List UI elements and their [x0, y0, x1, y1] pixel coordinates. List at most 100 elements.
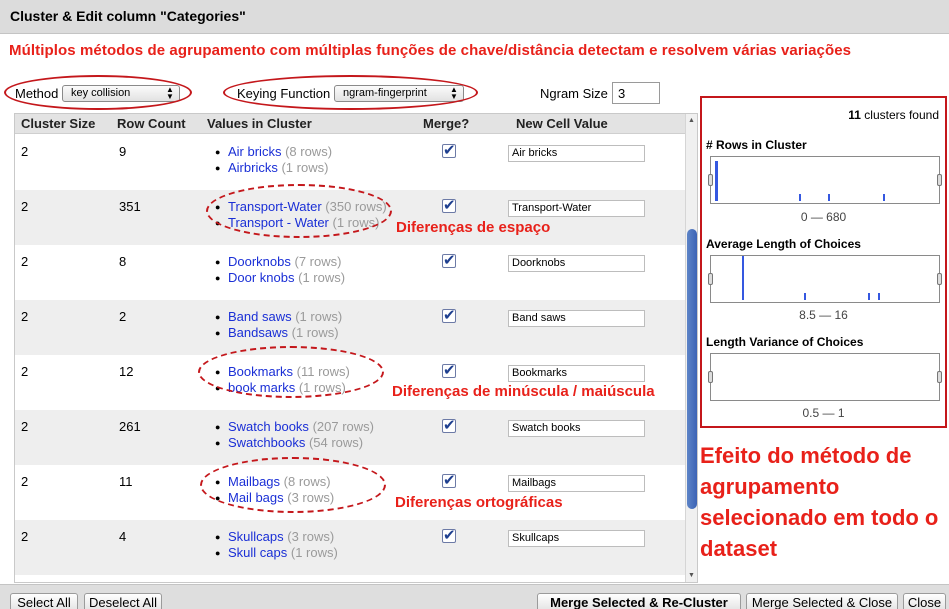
merge-checkbox[interactable] — [442, 416, 456, 434]
table-row: 2 261 ● Swatch books (207 rows) ● Swatchbo… — [15, 410, 685, 465]
row-count: 4 — [119, 529, 127, 544]
select-all-button[interactable]: Select All — [10, 593, 78, 609]
cluster-value[interactable]: Skullcaps — [228, 529, 284, 544]
table-row: 2 8 ● Doorknobs (7 rows) ● Door knobs (1 r… — [15, 245, 685, 300]
spacing-annotation: Diferenças de espaço — [396, 219, 551, 236]
cluster-size: 2 — [21, 419, 29, 434]
histogram-bar — [828, 194, 830, 201]
merge-checkbox[interactable] — [442, 196, 456, 214]
cluster-value-count: (7 rows) — [294, 254, 342, 269]
merge-checkbox[interactable] — [442, 251, 456, 269]
new-cell-value-input[interactable]: Air bricks — [508, 145, 645, 162]
length-variance-histogram[interactable] — [708, 353, 942, 401]
merge-recluster-button[interactable]: Merge Selected & Re-Cluster — [537, 593, 741, 609]
cluster-value-item: ● Swatch books (207 rows) — [215, 419, 374, 434]
histogram-bar — [883, 194, 885, 201]
range-left-handle[interactable] — [708, 371, 713, 383]
row-count: 8 — [119, 254, 127, 269]
new-cell-value-input[interactable]: Band saws — [508, 310, 645, 327]
cluster-value[interactable]: Band saws — [228, 309, 292, 324]
new-cell-value-input[interactable]: Bookmarks — [508, 365, 645, 382]
cluster-size: 2 — [21, 144, 29, 159]
cluster-value[interactable]: Swatchbooks — [228, 435, 305, 450]
header-merge[interactable]: Merge? — [423, 116, 469, 131]
histogram-bar — [799, 194, 801, 201]
cluster-values: ● Swatch books (207 rows) ● Swatchbooks (5… — [215, 419, 374, 451]
histogram-bar — [878, 293, 880, 300]
merge-checkbox[interactable] — [442, 306, 456, 324]
range-right-handle[interactable] — [937, 371, 942, 383]
cluster-value[interactable]: Door knobs — [228, 270, 294, 285]
merge-checkbox[interactable] — [442, 361, 456, 379]
range-left-handle[interactable] — [708, 174, 713, 186]
keying-highlight-oval — [223, 75, 478, 110]
cluster-value[interactable]: Airbricks — [228, 160, 278, 175]
range-left-handle[interactable] — [708, 273, 713, 285]
header-row-count[interactable]: Row Count — [117, 116, 186, 131]
effect-annotation: Efeito do método de agrupamento selecion… — [700, 443, 939, 561]
cluster-value-count: (1 rows) — [295, 309, 343, 324]
average-length-title: Average Length of Choices — [706, 237, 861, 251]
row-count: 2 — [119, 309, 127, 324]
close-button[interactable]: Close — [903, 593, 946, 609]
cluster-values: ● Air bricks (8 rows) ● Airbricks (1 rows) — [215, 144, 332, 176]
deselect-all-button[interactable]: Deselect All — [84, 593, 162, 609]
dialog-footer: Select All Deselect All Merge Selected &… — [0, 584, 949, 609]
histogram-bar — [804, 293, 806, 300]
scrollbar-thumb[interactable] — [687, 229, 697, 509]
new-cell-value-input[interactable]: Doorknobs — [508, 255, 645, 272]
new-cell-value-input[interactable]: Swatch books — [508, 420, 645, 437]
spelling-highlight-oval — [200, 457, 386, 513]
row-count: 12 — [119, 364, 134, 379]
cluster-value-count: (8 rows) — [285, 144, 333, 159]
row-count: 261 — [119, 419, 141, 434]
scroll-up-icon[interactable]: ▲ — [688, 117, 695, 124]
header-cluster-size[interactable]: Cluster Size — [21, 116, 95, 131]
cluster-value-item: ● Door knobs (1 rows) — [215, 270, 346, 285]
cluster-value[interactable]: Skull caps — [228, 545, 287, 560]
new-cell-value-input[interactable]: Skullcaps — [508, 530, 645, 547]
range-right-handle[interactable] — [937, 273, 942, 285]
cluster-value[interactable]: Doorknobs — [228, 254, 291, 269]
cluster-value-item: ● Band saws (1 rows) — [215, 309, 343, 324]
rows-in-cluster-range: 0 — 680 — [800, 210, 847, 224]
cluster-value-count: (1 rows) — [291, 325, 339, 340]
spelling-annotation: Diferenças ortográficas — [395, 494, 563, 511]
cluster-value-count: (1 rows) — [290, 545, 338, 560]
cluster-value-count: (1 rows) — [281, 160, 329, 175]
spacing-highlight-oval — [206, 184, 392, 238]
cluster-value-count: (54 rows) — [308, 435, 364, 450]
case-highlight-oval — [198, 346, 384, 398]
cluster-value-item: ● Doorknobs (7 rows) — [215, 254, 342, 269]
cluster-size: 2 — [21, 254, 29, 269]
range-right-handle[interactable] — [937, 174, 942, 186]
cluster-values: ● Skullcaps (3 rows) ● Skull caps (1 rows) — [215, 529, 338, 561]
header-new-cell-value[interactable]: New Cell Value — [516, 116, 608, 131]
average-length-histogram[interactable] — [708, 255, 942, 303]
merge-close-button[interactable]: Merge Selected & Close — [746, 593, 898, 609]
cluster-value[interactable]: Air bricks — [228, 144, 281, 159]
merge-checkbox[interactable] — [442, 471, 456, 489]
cluster-value-count: (207 rows) — [312, 419, 374, 434]
average-length-range: 8.5 — 16 — [799, 308, 848, 322]
table-scrollbar[interactable]: ▲ ▼ — [685, 114, 697, 582]
row-count: 9 — [119, 144, 127, 159]
header-values-in-cluster[interactable]: Values in Cluster — [207, 116, 312, 131]
rows-in-cluster-title: # Rows in Cluster — [706, 138, 807, 152]
method-highlight-oval — [4, 75, 192, 110]
merge-checkbox[interactable] — [442, 526, 456, 544]
cluster-value[interactable]: Swatch books — [228, 419, 309, 434]
cluster-value[interactable]: Bandsaws — [228, 325, 288, 340]
new-cell-value-input[interactable]: Transport-Water — [508, 200, 645, 217]
dialog-titlebar: Cluster & Edit column "Categories" — [0, 0, 949, 34]
scroll-down-icon[interactable]: ▼ — [688, 572, 695, 579]
row-count: 11 — [119, 474, 133, 489]
cluster-size: 2 — [21, 199, 29, 214]
ngram-size-input[interactable] — [612, 82, 660, 104]
cluster-value-item: ● Swatchbooks (54 rows) — [215, 435, 364, 450]
merge-checkbox[interactable] — [442, 141, 456, 159]
clusters-found: 11 clusters found — [848, 108, 939, 122]
rows-in-cluster-histogram[interactable] — [708, 156, 942, 204]
new-cell-value-input[interactable]: Mailbags — [508, 475, 645, 492]
cluster-size: 2 — [21, 309, 29, 324]
